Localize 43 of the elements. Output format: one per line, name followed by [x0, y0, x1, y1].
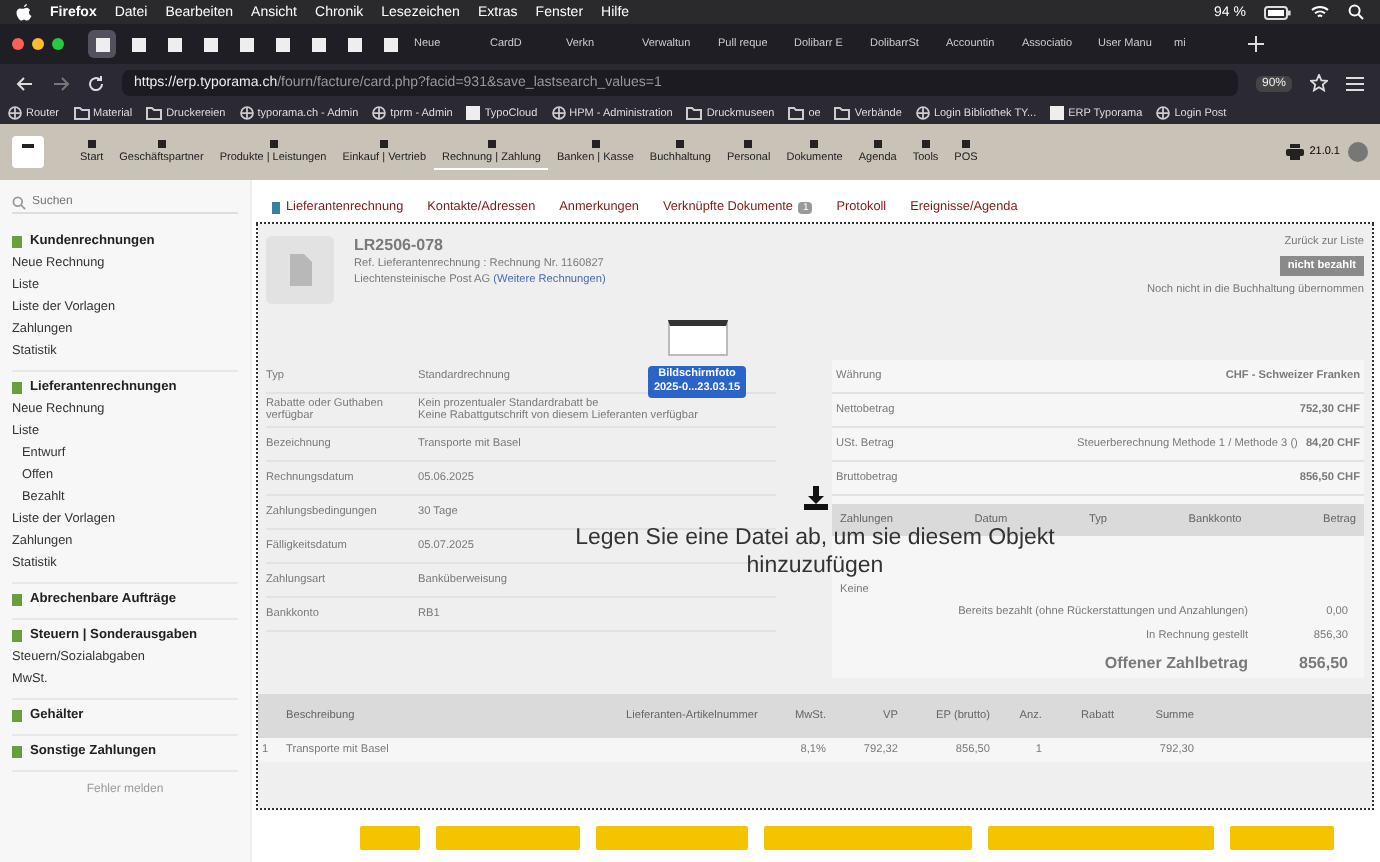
invoice-ref: LR2506-078: [354, 236, 443, 254]
download-icon: [803, 486, 827, 510]
star-icon[interactable]: [1310, 74, 1328, 92]
drop-message: Legen Sie eine Datei ab, um sie diesem Objekt hinzuzufügen: [573, 525, 1057, 580]
menu-icon[interactable]: [1346, 75, 1364, 91]
globe-icon[interactable]: [8, 106, 22, 120]
document-icon: [272, 201, 280, 213]
window-controls-drawing[interactable]: [12, 38, 64, 50]
reload-icon[interactable]: [88, 75, 104, 91]
logo-icon[interactable]: [12, 136, 44, 168]
globe-icon[interactable]: [1156, 106, 1171, 120]
document-icon: [12, 746, 22, 758]
folder-icon[interactable]: [146, 106, 163, 120]
printer-icon[interactable]: [1285, 144, 1304, 160]
folder-icon[interactable]: [686, 106, 703, 120]
document-icon: [12, 236, 22, 248]
search-icon[interactable]: [1348, 4, 1364, 20]
document-icon: [12, 630, 22, 642]
page-icon[interactable]: [1050, 106, 1065, 120]
screenshot-thumbnail: [667, 320, 727, 356]
folder-icon[interactable]: [788, 106, 805, 120]
battery-icon[interactable]: [1264, 5, 1292, 19]
forward-icon[interactable]: [52, 75, 70, 91]
apple-icon[interactable]: [16, 3, 32, 21]
wifi-icon[interactable]: [1310, 4, 1330, 20]
avatar-icon[interactable]: [1348, 142, 1368, 162]
globe-icon[interactable]: [372, 106, 387, 120]
total-label: Offener Zahlbetrag: [1104, 654, 1248, 672]
total-value: 856,50: [1297, 654, 1348, 672]
globe-icon[interactable]: [551, 106, 566, 120]
document-icon: [266, 236, 334, 304]
globe-icon[interactable]: [239, 106, 254, 120]
document-icon: [12, 710, 22, 722]
folder-icon[interactable]: [834, 106, 851, 120]
folder-icon[interactable]: [73, 106, 90, 120]
document-icon: [12, 594, 22, 606]
plus-icon[interactable]: [1248, 36, 1264, 52]
browser-tab[interactable]: [88, 30, 116, 58]
globe-icon[interactable]: [915, 106, 930, 120]
search-icon: [12, 195, 26, 209]
page-icon[interactable]: [466, 106, 481, 120]
back-icon[interactable]: [16, 75, 34, 91]
document-icon: [12, 382, 22, 394]
